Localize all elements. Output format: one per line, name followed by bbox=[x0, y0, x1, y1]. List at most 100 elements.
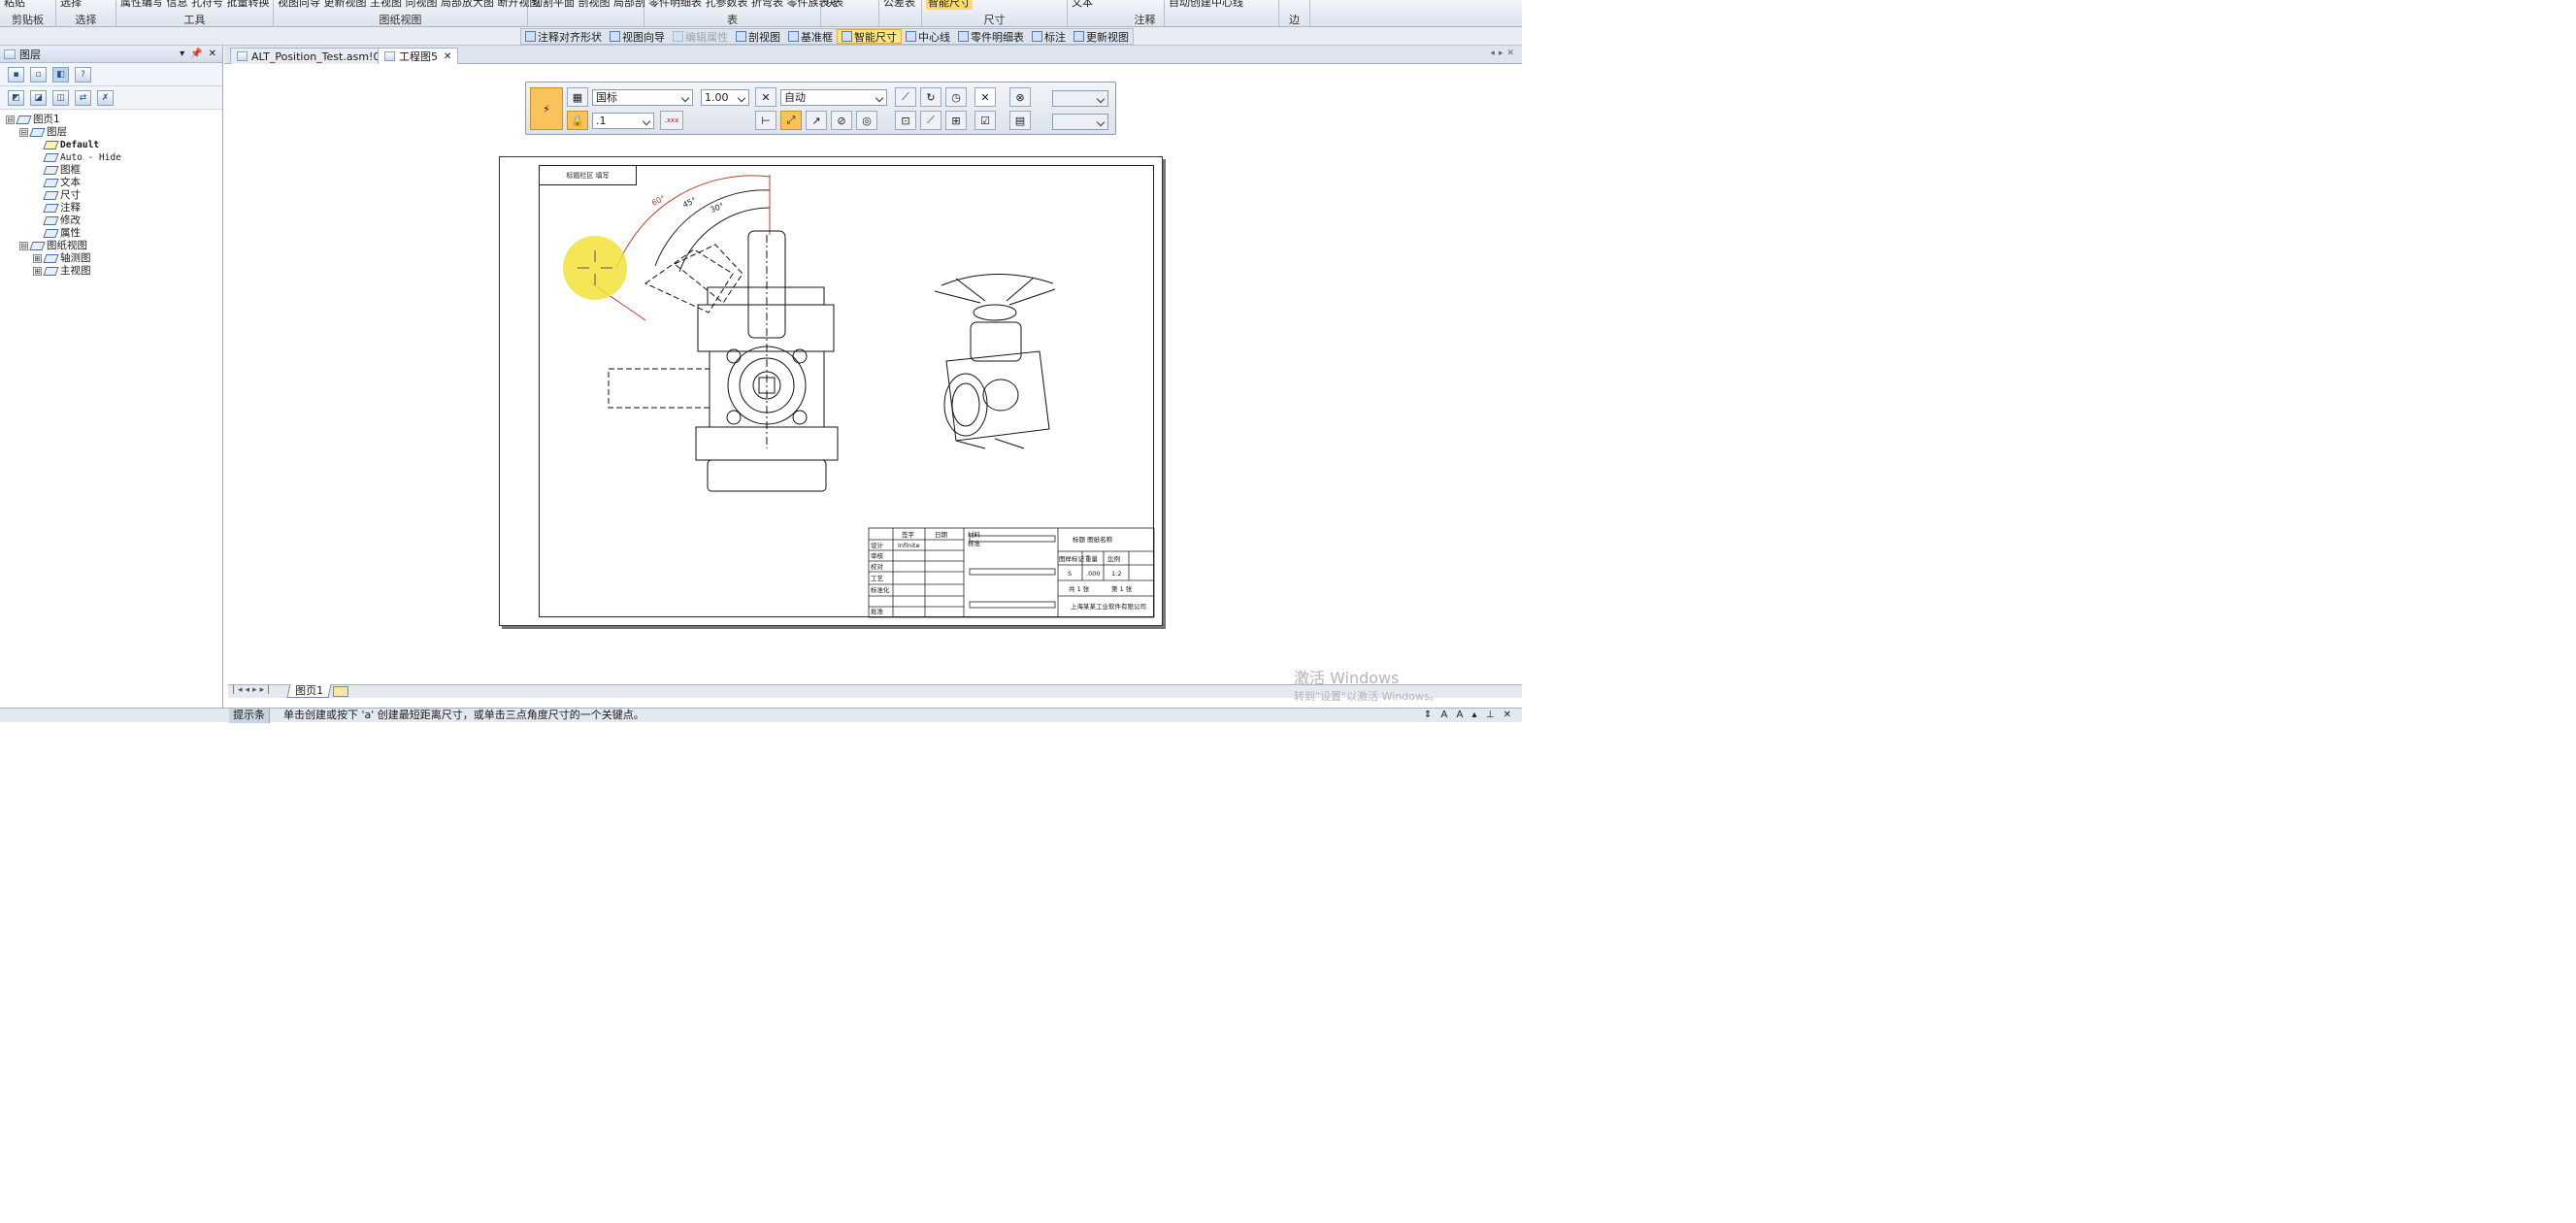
new-layer-icon[interactable]: ◩ bbox=[8, 89, 24, 106]
ribbon-group-tables[interactable]: 零件明细表 孔参数表 折弯表 零件族表 表表 bbox=[644, 0, 843, 26]
scale-select[interactable]: 1.00 bbox=[701, 89, 749, 106]
chamfer-icon: ⟋ bbox=[927, 114, 935, 126]
tree-node-view-isometric[interactable]: ⊞ 轴测图 bbox=[6, 252, 222, 265]
tree-node-view-main[interactable]: ⊞ 主视图 bbox=[6, 265, 222, 278]
arc-tool-button[interactable]: ↻ bbox=[920, 87, 941, 107]
help-icon[interactable]: ? bbox=[75, 66, 91, 83]
tree-node-layers[interactable]: ⊟ 图层 bbox=[6, 126, 222, 139]
drawing-sheet[interactable]: 标题栏区 填写 60° 45° 30° 签字 日期 材料 标准 设计 Infin… bbox=[499, 156, 1163, 626]
lock-button[interactable]: 🔒 bbox=[567, 111, 588, 130]
tree-node-sheet[interactable]: ⊟ 图页1 bbox=[6, 114, 222, 126]
show-layer-icon[interactable]: ◪ bbox=[30, 89, 47, 106]
panel-menu-icon[interactable]: ▾ bbox=[180, 49, 184, 59]
collapse-icon[interactable]: ⊟ bbox=[19, 242, 28, 250]
ribbon-group-edges[interactable]: 边 bbox=[1279, 0, 1310, 26]
tab-library-icon[interactable]: ▪ bbox=[8, 66, 24, 83]
tab-drawing[interactable]: 工程图5 ✕ bbox=[378, 48, 459, 64]
tree-node-layer-frame[interactable]: 图框 bbox=[6, 164, 222, 177]
angle-label-45: 45° bbox=[681, 196, 698, 210]
mode-select[interactable]: 自动 bbox=[780, 89, 887, 106]
cmd-parts-list-button[interactable]: 零件明细表 bbox=[954, 29, 1028, 44]
by-axis-button[interactable]: ↗ bbox=[806, 111, 827, 130]
tree-node-layer-annotation[interactable]: 注释 bbox=[6, 202, 222, 215]
tree-node-layer-modify[interactable]: 修改 bbox=[6, 215, 222, 227]
linear-tool-button[interactable]: ⟋ bbox=[895, 87, 916, 107]
tab-layers-icon[interactable]: ◧ bbox=[52, 66, 69, 83]
tree-node-layer-text[interactable]: 文本 bbox=[6, 177, 222, 189]
close-icon[interactable]: ✕ bbox=[209, 49, 216, 59]
collapse-icon[interactable]: ⊟ bbox=[19, 128, 28, 137]
cmd-edit-properties-button[interactable]: 编辑属性 bbox=[669, 29, 732, 44]
delete-layer-icon[interactable]: ✗ bbox=[97, 89, 114, 106]
by-2-points-button[interactable]: ⤢ bbox=[780, 111, 802, 130]
close-tab-icon[interactable]: ✕ bbox=[444, 51, 451, 62]
ribbon-group-annotation[interactable]: 文本 注释 bbox=[1068, 0, 1165, 26]
ribbon-group-dimensions[interactable]: 智能尺寸 尺寸 bbox=[922, 0, 1068, 26]
style-table-button[interactable]: ▦ bbox=[567, 87, 588, 107]
tolerance-button[interactable]: .xxx bbox=[660, 111, 683, 130]
disabled-select-1[interactable] bbox=[1052, 90, 1108, 107]
sheet-nav-arrows[interactable]: |◂◂▸▸| bbox=[232, 685, 273, 695]
refresh-icon bbox=[1073, 31, 1084, 42]
chamfer-button[interactable]: ⟋ bbox=[920, 111, 941, 130]
tree-node-drawing-views[interactable]: ⊟ 图纸视图 bbox=[6, 240, 222, 252]
radius-button[interactable]: ⊘ bbox=[831, 111, 852, 130]
cmd-update-views-button[interactable]: 更新视图 bbox=[1070, 29, 1133, 44]
tree-node-layer-properties[interactable]: 属性 bbox=[6, 227, 222, 240]
ribbon-group-centerline[interactable]: 自动创建中心线 bbox=[1165, 0, 1279, 26]
tb-row: 设计 bbox=[871, 541, 884, 549]
cmd-annotation-align-button[interactable]: 注释对齐形状 bbox=[521, 29, 606, 44]
tree-node-layer-autohide[interactable]: Auto - Hide bbox=[6, 151, 222, 164]
expand-icon[interactable]: ⊞ bbox=[33, 254, 42, 263]
cmd-datum-frame-button[interactable]: 基准框 bbox=[784, 29, 837, 44]
hide-layer-icon[interactable]: ◫ bbox=[52, 89, 69, 106]
tb-row: 工艺 bbox=[871, 575, 884, 582]
cmd-smart-dimension-button[interactable]: 智能尺寸 bbox=[837, 29, 902, 44]
cancel-x-button[interactable]: ✕ bbox=[974, 87, 996, 107]
tree-node-layer-default[interactable]: Default bbox=[6, 139, 222, 151]
clear-button[interactable]: ⊗ bbox=[1009, 87, 1031, 107]
orientation-button[interactable]: ✕ bbox=[755, 87, 776, 107]
cmd-centerline-button[interactable]: 中心线 bbox=[902, 29, 954, 44]
status-bar: 提示条 单击创建或按下 'a' 创建最短距离尺寸，或单击三点角度尺寸的一个关键点… bbox=[0, 708, 1522, 723]
collapse-icon[interactable]: ⊟ bbox=[6, 116, 15, 124]
drawing-doc-icon bbox=[384, 51, 395, 61]
tab-assembly[interactable]: ALT_Position_Test.asm!0✕ bbox=[230, 48, 401, 64]
precision-select[interactable]: .1 bbox=[592, 113, 654, 129]
layer-icon bbox=[43, 153, 59, 162]
tb-header: 图样标记 bbox=[1059, 554, 1085, 563]
ribbon-group-tools[interactable]: 属性编写 信息 孔符号 批量转换 工具 bbox=[116, 0, 274, 26]
standard-select[interactable]: 国标 bbox=[592, 89, 693, 106]
linear-icon: ⟋ bbox=[902, 90, 909, 103]
text-box-button[interactable]: ▤ bbox=[1009, 111, 1031, 130]
ribbon-group-blocks[interactable]: 块 bbox=[821, 0, 879, 26]
ribbon-group-select[interactable]: 选择 选择 bbox=[56, 0, 116, 26]
command-strip: 注释对齐形状 视图向导 编辑属性 剖视图 基准框 智能尺寸 中心线 零件明细表 … bbox=[520, 28, 1134, 45]
symmetric-button[interactable]: ⊡ bbox=[895, 111, 916, 130]
ribbon-group-tolerance[interactable]: 公差表 bbox=[879, 0, 922, 26]
disabled-select-2[interactable] bbox=[1052, 114, 1108, 130]
tab-features-icon[interactable]: ▫ bbox=[30, 66, 47, 83]
horizontal-dim-button[interactable]: ⊢ bbox=[755, 111, 776, 130]
tree-node-layer-dimension[interactable]: 尺寸 bbox=[6, 189, 222, 202]
ribbon-group-clipboard[interactable]: 粘贴 剪贴板 bbox=[0, 0, 56, 26]
coordinate-button[interactable]: ⊞ bbox=[945, 111, 967, 130]
add-sheet-icon[interactable] bbox=[333, 686, 348, 697]
tb-value: .000 bbox=[1086, 570, 1100, 578]
document-tabs: ALT_Position_Test.asm!0✕ 工程图5✕ ◂▸✕ bbox=[224, 46, 1522, 64]
sheet-tab-active[interactable]: 图页1 bbox=[286, 684, 332, 698]
move-layer-icon[interactable]: ⇄ bbox=[75, 89, 91, 106]
cmd-view-wizard-button[interactable]: 视图向导 bbox=[606, 29, 669, 44]
status-tools[interactable]: ⇕ A A ▴ ⊥ ✕ bbox=[1424, 709, 1514, 722]
tab-nav-arrows[interactable]: ◂▸✕ bbox=[1490, 49, 1518, 58]
ribbon-group-sections[interactable]: 切割平面 剖视图 局部剖 bbox=[528, 0, 645, 26]
cmd-callout-button[interactable]: 标注 bbox=[1028, 29, 1070, 44]
expand-icon[interactable]: ⊞ bbox=[33, 267, 42, 276]
angle-tool-button[interactable]: ◷ bbox=[945, 87, 967, 107]
cmd-section-view-button[interactable]: 剖视图 bbox=[732, 29, 784, 44]
pin-icon[interactable]: 📌 bbox=[190, 49, 202, 59]
diameter-button[interactable]: ◎ bbox=[856, 111, 877, 130]
properties-button[interactable]: ☑ bbox=[974, 111, 996, 130]
ribbon-group-drawing-views[interactable]: 视图向导 更新视图 主视图 向视图 局部放大图 断开视图 图纸视图 bbox=[274, 0, 540, 26]
dimension-style-button[interactable]: ⚡ bbox=[530, 87, 563, 130]
